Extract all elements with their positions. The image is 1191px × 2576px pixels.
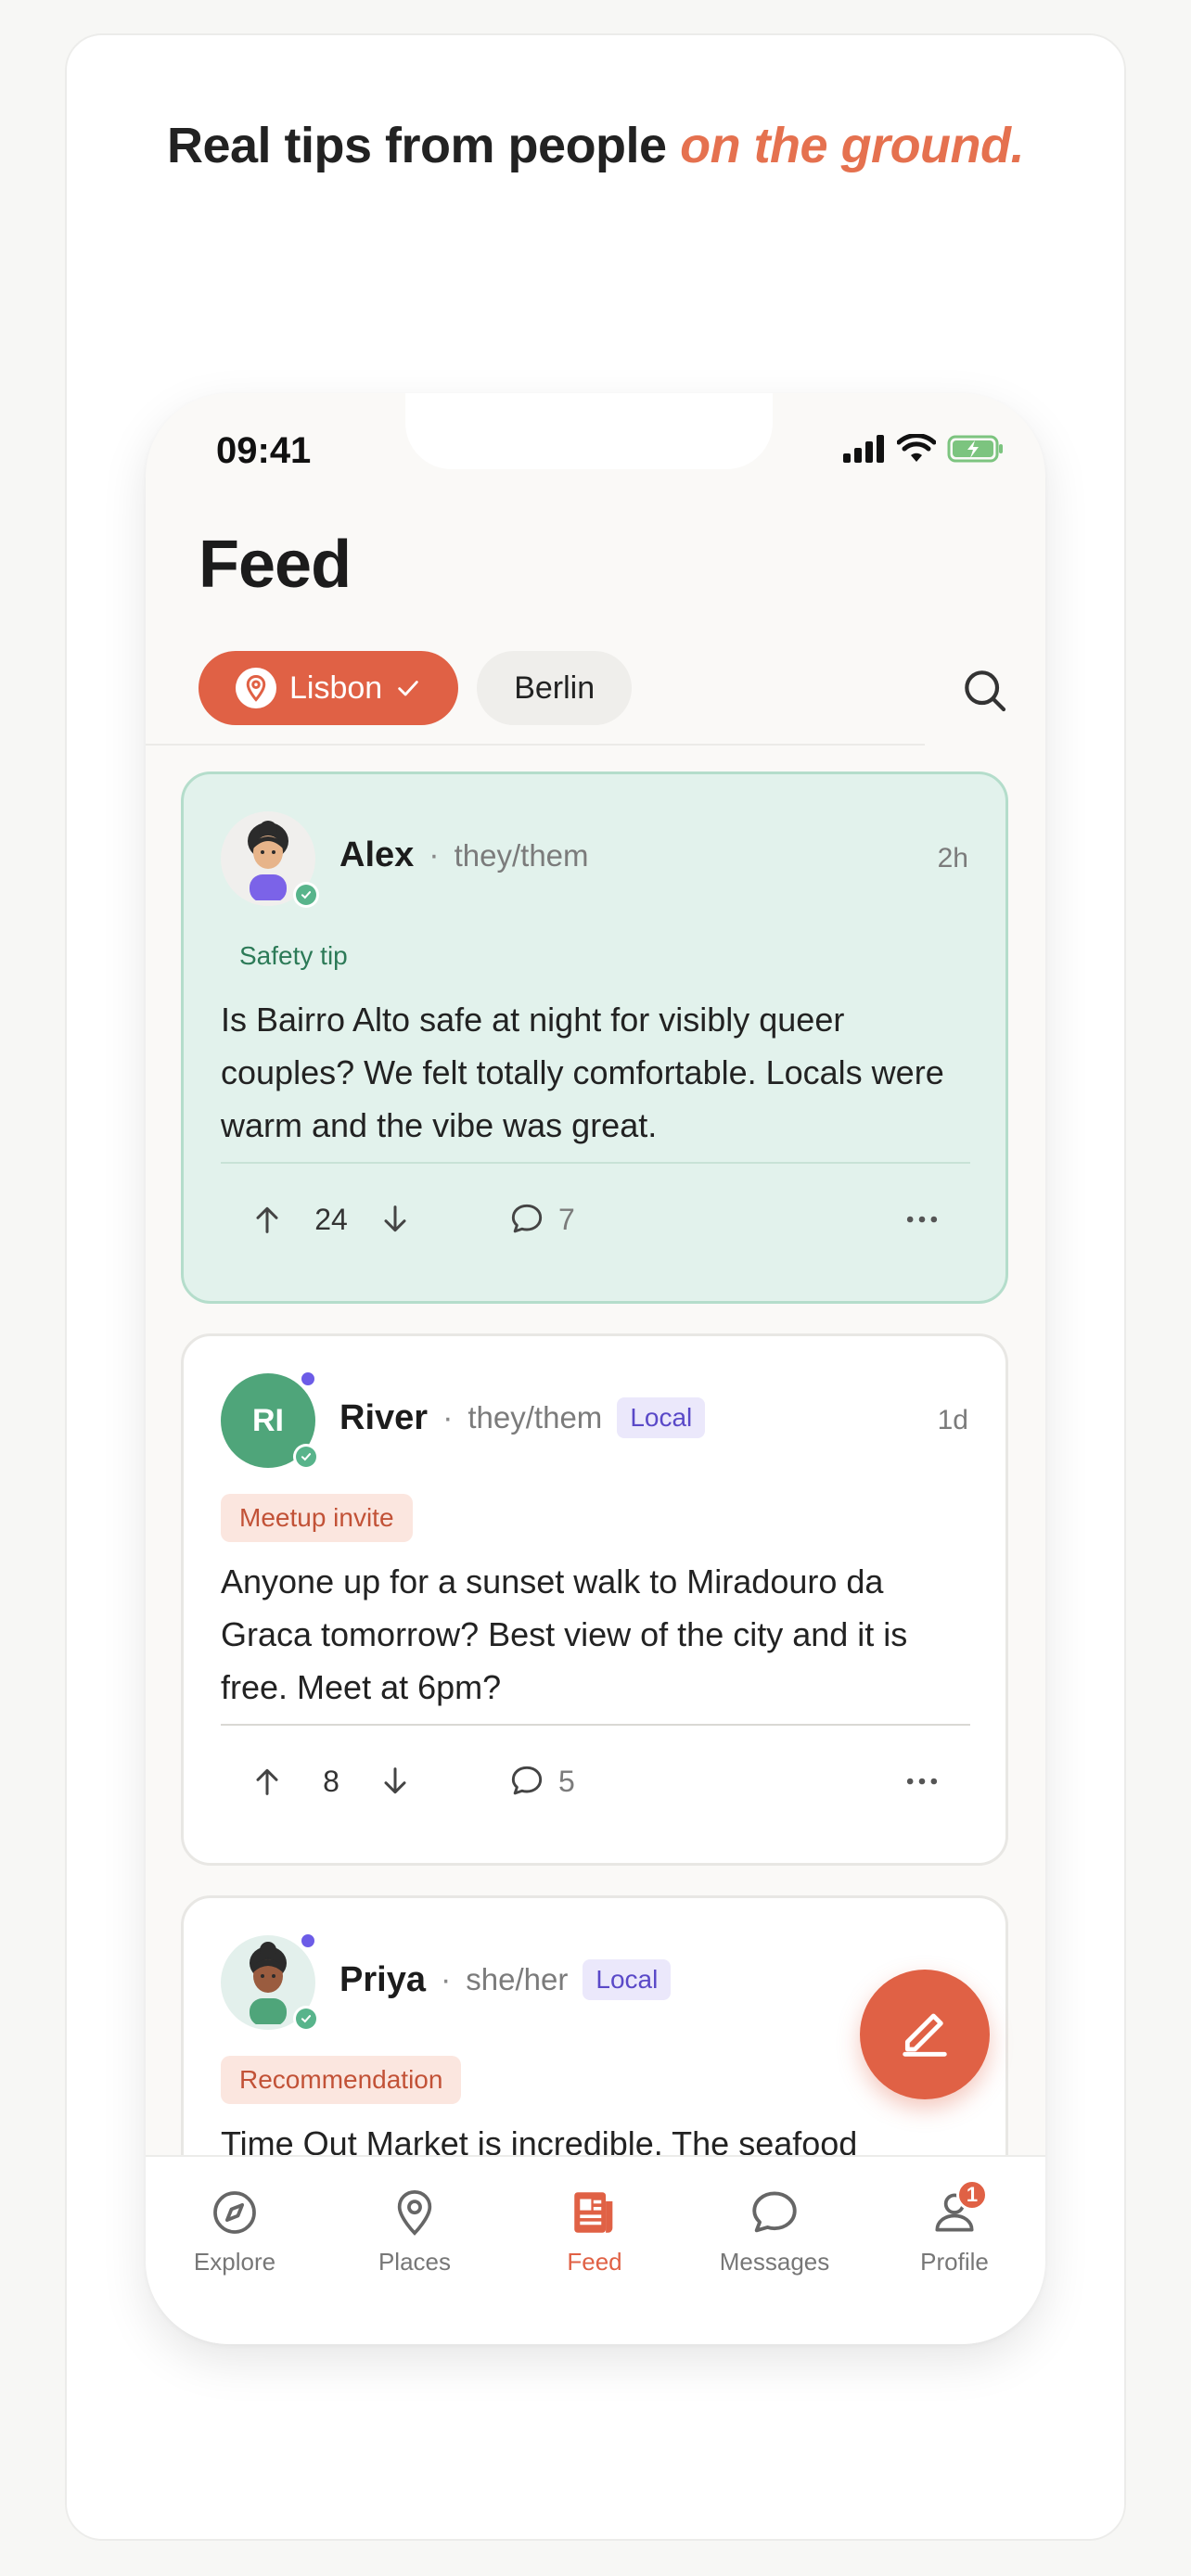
phone-notch <box>405 393 773 469</box>
tab-label: Profile <box>920 2248 989 2276</box>
compose-button[interactable] <box>860 1970 990 2099</box>
upvote-icon[interactable] <box>247 1761 288 1802</box>
wifi-icon <box>897 434 936 462</box>
post-actions: 8 5 <box>247 1761 575 1802</box>
chip-berlin[interactable]: Berlin <box>477 651 633 725</box>
tab-bar: Explore Places Feed Messages 1 Profile <box>146 2155 1045 2344</box>
signal-icon <box>843 435 884 463</box>
separator: · <box>442 1399 454 1435</box>
map-pin-icon <box>236 668 276 708</box>
search-icon <box>965 670 1006 712</box>
newspaper-icon <box>567 2185 622 2240</box>
headline: Real tips from people on the ground. <box>0 117 1191 174</box>
comment-icon[interactable] <box>506 1761 547 1802</box>
tab-explore[interactable]: Explore <box>151 2185 318 2276</box>
downvote-icon[interactable] <box>375 1761 416 1802</box>
more-options-icon[interactable] <box>902 1761 942 1802</box>
search-button[interactable] <box>958 664 1010 716</box>
city-filter: Lisbon Berlin <box>198 651 633 725</box>
tab-label: Explore <box>193 2248 276 2276</box>
post-tag: Meetup invite <box>221 1494 413 1542</box>
check-icon <box>398 681 418 696</box>
tab-places[interactable]: Places <box>331 2185 498 2276</box>
tab-label: Messages <box>719 2248 830 2276</box>
chip-lisbon[interactable]: Lisbon <box>198 651 459 725</box>
headline-accent: on the ground. <box>680 118 1025 173</box>
comment-count: 7 <box>558 1202 575 1236</box>
tab-profile[interactable]: 1 Profile <box>871 2179 1038 2276</box>
tab-label: Places <box>378 2248 452 2276</box>
divider <box>221 1724 970 1726</box>
post-body: Is Bairro Alto safe at night for visibly… <box>221 1001 944 1144</box>
page-title: Feed <box>198 528 352 602</box>
post-time: 2h <box>937 843 968 874</box>
divider <box>146 744 925 746</box>
comment-icon[interactable] <box>506 1199 547 1240</box>
avatar: RI <box>221 1370 319 1470</box>
vote-count: 24 <box>314 1202 348 1236</box>
author-name[interactable]: Priya <box>339 1960 426 2000</box>
pronouns: they/them <box>467 1400 603 1435</box>
user-icon: 1 <box>927 2179 988 2240</box>
post-actions: 24 7 <box>247 1199 575 1240</box>
separator: · <box>440 1961 452 1997</box>
more-options-icon[interactable] <box>902 1199 942 1240</box>
battery-charging-icon <box>947 435 1003 463</box>
notification-badge: 1 <box>956 2179 988 2211</box>
vote-count: 8 <box>323 1764 339 1798</box>
separator: · <box>429 837 440 873</box>
tab-messages[interactable]: Messages <box>691 2185 858 2276</box>
compass-icon <box>207 2185 263 2240</box>
post-tag: Safety tip <box>239 941 348 970</box>
upvote-icon[interactable] <box>247 1199 288 1240</box>
post-tag: Recommendation <box>221 2056 462 2104</box>
avatar-initials: RI <box>252 1402 284 1438</box>
post-meta: River · they/them Local <box>339 1397 706 1438</box>
post-meta: Alex · they/them <box>339 835 589 875</box>
post-time: 1d <box>937 1405 968 1435</box>
headline-main: Real tips from people <box>166 118 681 173</box>
phone-frame: 09:41 Feed Lisbon Berlin Alex · they/the… <box>146 393 1045 2344</box>
author-name[interactable]: Alex <box>339 835 414 875</box>
map-pin-icon <box>387 2185 442 2240</box>
online-indicator <box>299 1932 317 1950</box>
post-card[interactable]: RI River · they/them Local 1d Meetup inv… <box>181 1333 1008 1866</box>
post-meta: Priya · she/her Local <box>339 1959 672 2000</box>
comment-count: 5 <box>558 1764 575 1798</box>
chat-bubble-icon <box>747 2185 802 2240</box>
downvote-icon[interactable] <box>375 1199 416 1240</box>
post-card[interactable]: Alex · they/them 2h Safety tip Is Bairro… <box>181 772 1008 1304</box>
local-badge: Local <box>617 1397 706 1438</box>
verified-icon <box>293 2006 319 2032</box>
verified-icon <box>293 882 319 908</box>
status-icons <box>843 434 1005 464</box>
avatar <box>221 1932 319 2032</box>
pencil-icon <box>903 2013 947 2057</box>
divider <box>221 1162 970 1164</box>
author-name[interactable]: River <box>339 1398 428 1438</box>
pronouns: she/her <box>466 1962 569 1996</box>
local-badge: Local <box>583 1959 672 2000</box>
status-time: 09:41 <box>216 430 312 471</box>
tab-feed[interactable]: Feed <box>511 2185 678 2276</box>
pronouns: they/them <box>454 837 589 873</box>
chip-label: Lisbon <box>289 670 383 706</box>
chip-label: Berlin <box>514 670 596 706</box>
avatar <box>221 811 319 908</box>
tab-label: Feed <box>567 2248 622 2276</box>
online-indicator <box>299 1370 317 1388</box>
verified-icon <box>293 1444 319 1470</box>
post-body: Anyone up for a sunset walk to Miradouro… <box>221 1562 908 1706</box>
